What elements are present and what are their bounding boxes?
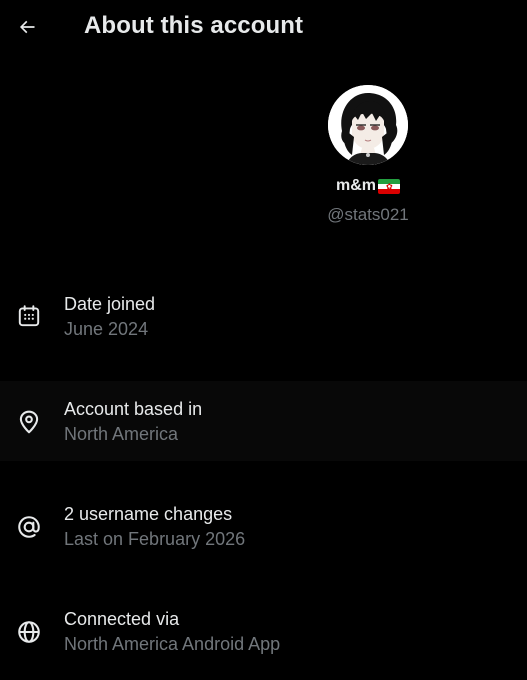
display-name-row: m&m ✿ bbox=[268, 177, 468, 195]
info-value: North America bbox=[64, 424, 179, 444]
globe-icon bbox=[15, 618, 43, 646]
info-value: Last on February 2026 bbox=[64, 529, 246, 549]
info-row-connected-via: Connected via North America Android App bbox=[0, 591, 527, 671]
at-sign-icon bbox=[15, 513, 43, 541]
info-title: Connected via bbox=[64, 609, 180, 629]
page-title: About this account bbox=[84, 12, 304, 39]
info-row-account-based-in: Account based in North America bbox=[0, 381, 527, 461]
header-bar: About this account bbox=[0, 0, 527, 56]
avatar[interactable] bbox=[328, 85, 408, 165]
avatar-image bbox=[328, 85, 408, 165]
info-value: North America Android App bbox=[64, 634, 281, 654]
account-handle: @stats021 bbox=[327, 205, 409, 224]
info-title: Account based in bbox=[64, 399, 203, 419]
info-title: Date joined bbox=[64, 294, 156, 314]
info-row-username-changes: 2 username changes Last on February 2026 bbox=[0, 486, 527, 566]
display-name: m&m bbox=[335, 177, 376, 194]
iran-flag-icon: ✿ bbox=[378, 178, 400, 194]
info-title: 2 username changes bbox=[64, 504, 233, 524]
info-row-date-joined: Date joined June 2024 bbox=[0, 276, 527, 356]
back-button[interactable] bbox=[10, 10, 44, 44]
location-pin-icon bbox=[15, 408, 43, 436]
info-value: June 2024 bbox=[64, 319, 149, 339]
calendar-icon bbox=[15, 302, 43, 330]
arrow-left-icon bbox=[19, 20, 35, 34]
